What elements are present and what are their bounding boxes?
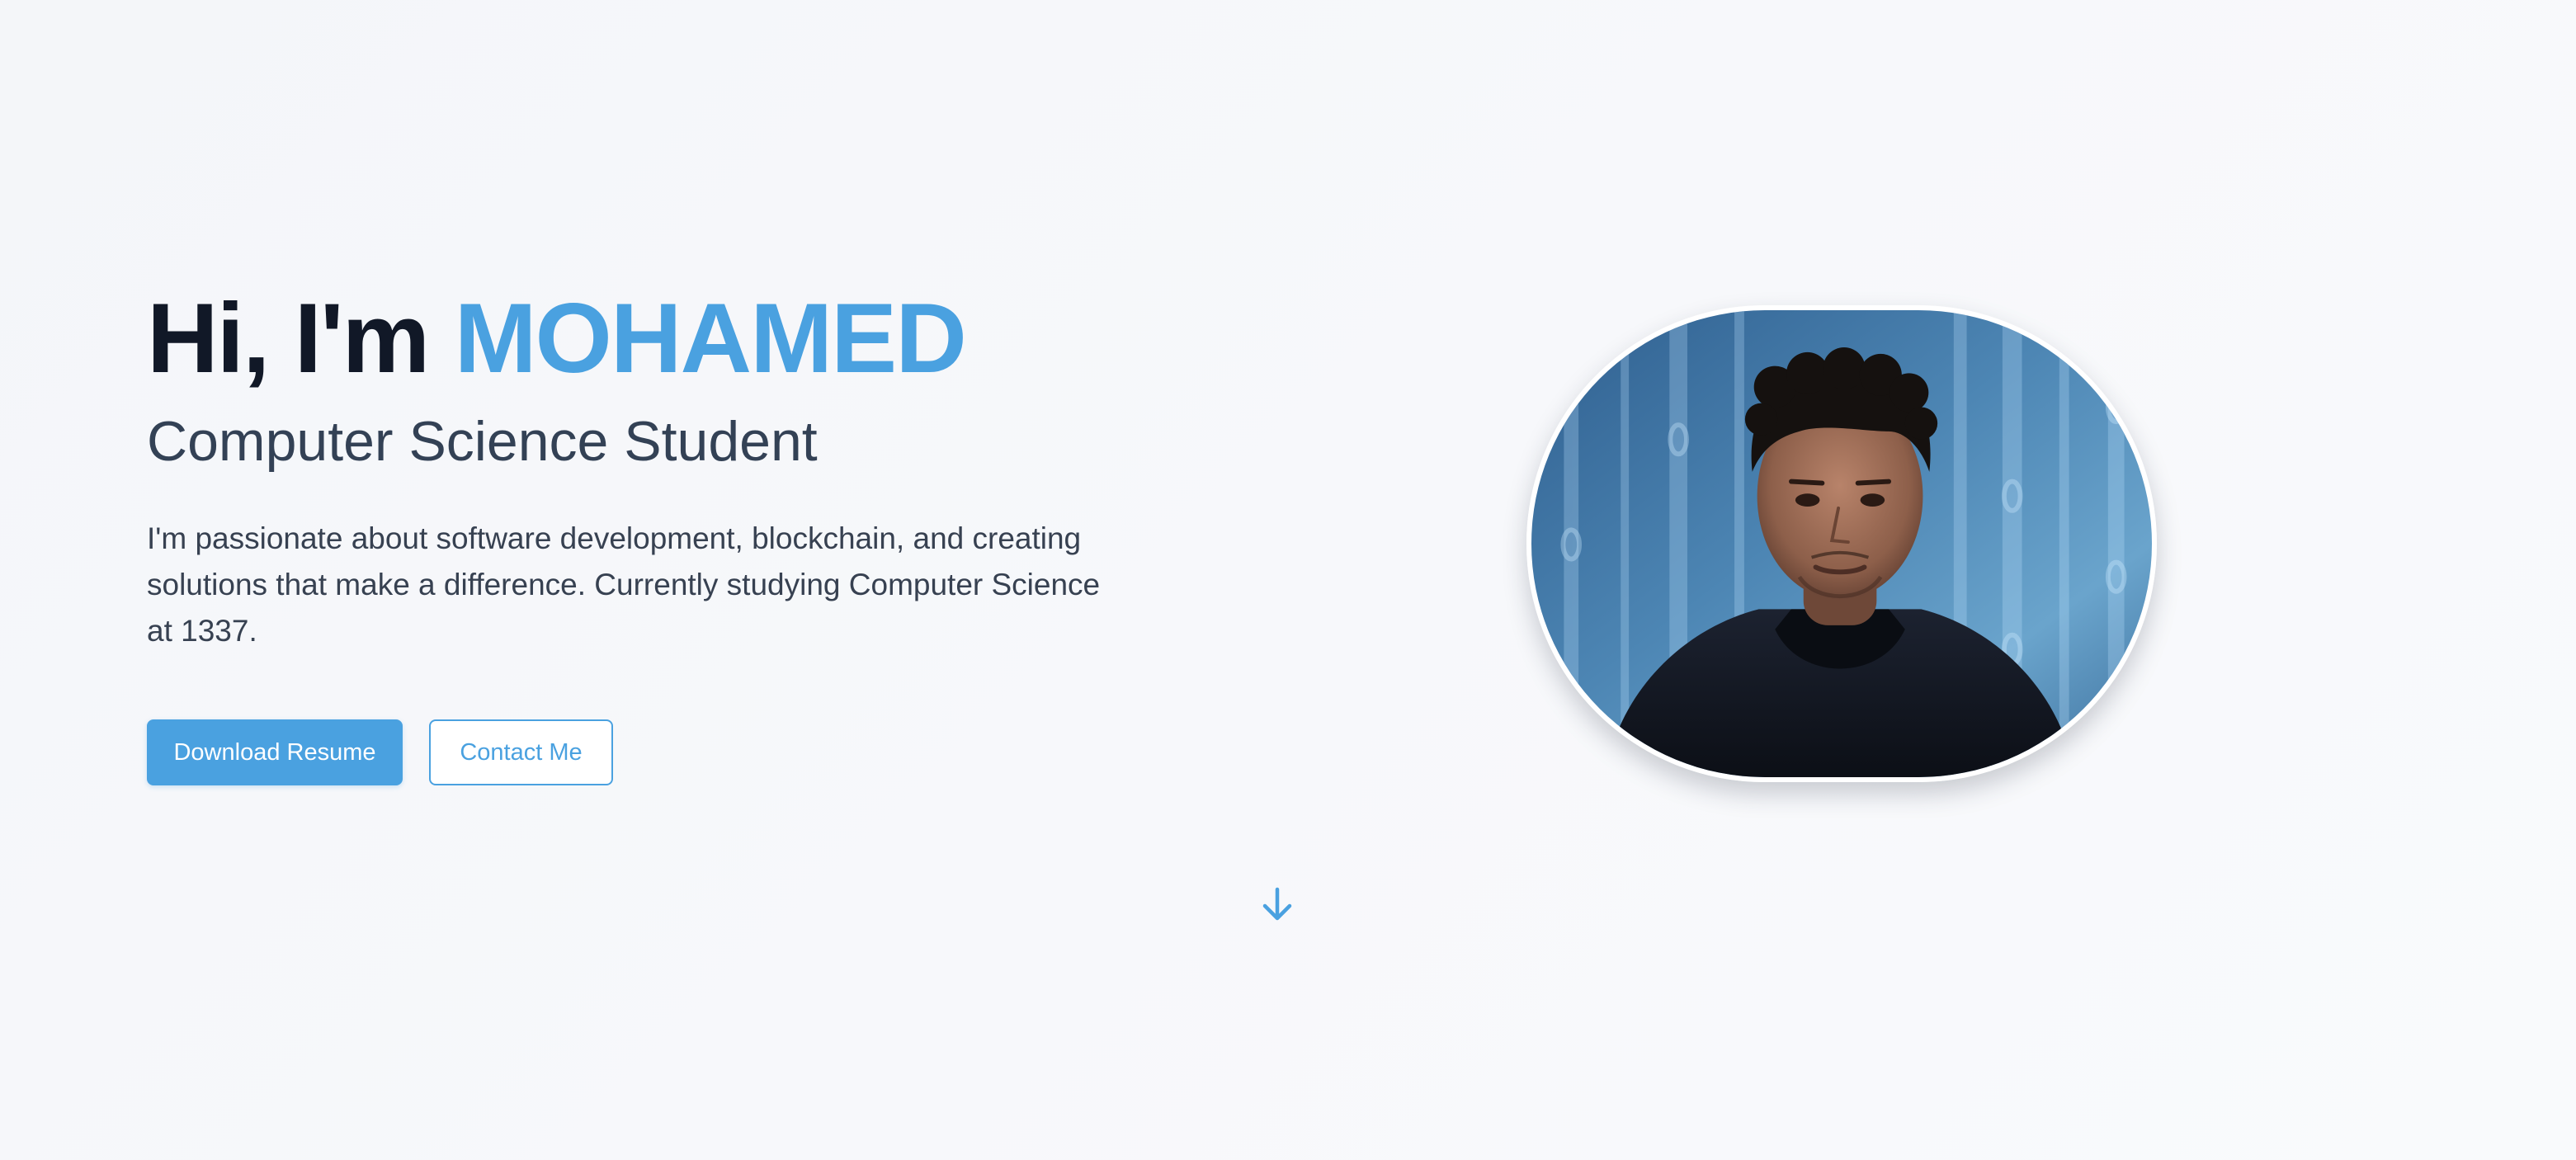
hero-headline: Hi, I'm MOHAMED <box>147 289 1137 388</box>
hero-section: Hi, I'm MOHAMED Computer Science Student… <box>0 0 2576 1160</box>
hero-actions: Download Resume Contact Me <box>147 719 613 785</box>
profile-photo-illustration <box>1531 310 2152 777</box>
hero-subtitle: Computer Science Student <box>147 410 818 473</box>
greeting-text: Hi, I'm <box>147 283 455 394</box>
hero-name: MOHAMED <box>454 283 967 394</box>
contact-me-button[interactable]: Contact Me <box>429 719 613 785</box>
hero-bio: I'm passionate about software developmen… <box>147 521 1101 648</box>
profile-photo <box>1526 305 2157 782</box>
scroll-down-button[interactable] <box>1257 884 1297 924</box>
download-resume-button[interactable]: Download Resume <box>147 719 403 785</box>
hero-intro: Hi, I'm MOHAMED Computer Science Student… <box>147 289 1137 654</box>
arrow-down-icon <box>1262 887 1292 921</box>
